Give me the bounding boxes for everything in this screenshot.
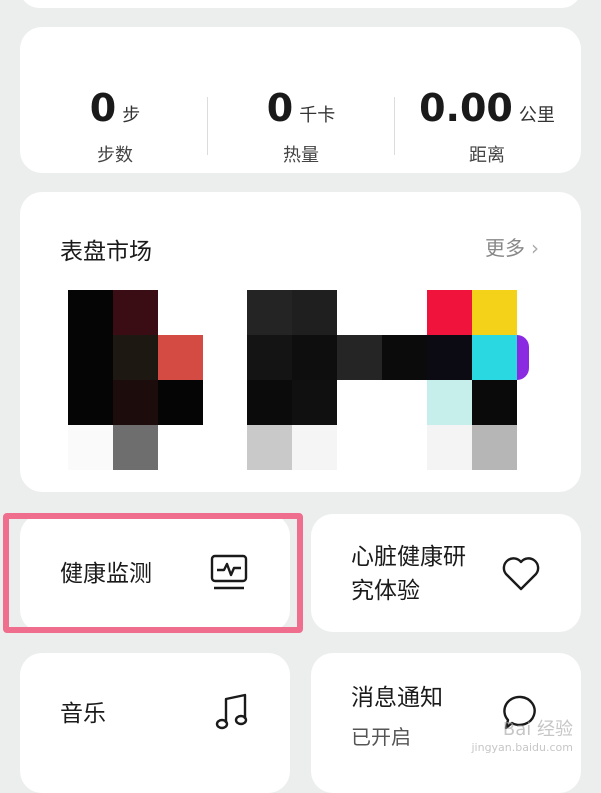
watermark-url: jingyan.baidu.com — [471, 741, 573, 754]
distance-value: 0.00 — [419, 86, 513, 130]
music-note-icon — [214, 693, 250, 737]
health-monitor-label: 健康监测 — [60, 561, 152, 587]
calories-label: 热量 — [283, 145, 319, 166]
pixel — [427, 425, 472, 470]
pixel — [158, 335, 203, 380]
more-label: 更多 — [485, 236, 525, 260]
distance-stat: 0.00 公里 距离 — [392, 89, 582, 167]
calories-unit: 千卡 — [299, 105, 336, 126]
pixel — [247, 335, 292, 380]
pixel — [113, 335, 158, 380]
pixel — [382, 335, 427, 380]
pixel — [517, 335, 529, 380]
pixel — [427, 290, 472, 335]
pixel — [247, 380, 292, 425]
heart-icon — [501, 556, 541, 596]
watch-face-market-card: 表盘市场 更多 › — [20, 192, 581, 492]
pixel — [247, 425, 292, 470]
pixel — [472, 290, 517, 335]
calories-value: 0 — [266, 86, 294, 130]
pixel — [427, 380, 472, 425]
pixel — [292, 380, 337, 425]
pixel — [68, 335, 113, 380]
pixel — [247, 290, 292, 335]
chevron-right-icon: › — [531, 236, 539, 260]
pixel — [68, 290, 113, 335]
top-card-partial — [20, 0, 581, 8]
pixel — [472, 335, 517, 380]
pixel — [472, 425, 517, 470]
pixel — [68, 380, 113, 425]
pixel — [337, 335, 382, 380]
watch-face-thumbnail[interactable] — [382, 290, 562, 470]
activity-stats-card[interactable]: 0步 步数 0 千卡 热量 0.00 公里 距离 — [20, 27, 581, 173]
pixel — [113, 380, 158, 425]
distance-label: 距离 — [469, 145, 505, 166]
pixel — [292, 335, 337, 380]
watch-face-thumbnail[interactable] — [68, 290, 203, 470]
music-label: 音乐 — [60, 701, 106, 727]
pixel — [427, 335, 472, 380]
notifications-label: 消息通知 — [351, 685, 443, 711]
pixel — [158, 380, 203, 425]
pixel — [68, 425, 113, 470]
steps-stat: 0步 步数 — [20, 89, 210, 167]
baidu-watermark: Bai 经验 jingyan.baidu.com — [471, 715, 573, 754]
pixel — [113, 290, 158, 335]
steps-unit: 步 — [122, 105, 141, 126]
heart-study-label-line1: 心脏健康研 — [351, 544, 466, 570]
pixel — [472, 380, 517, 425]
pixel — [292, 290, 337, 335]
calories-stat: 0 千卡 热量 — [206, 89, 396, 167]
pixel — [113, 425, 158, 470]
pixel — [292, 425, 337, 470]
notifications-status: 已开启 — [351, 725, 411, 749]
watch-face-thumbnail[interactable] — [247, 290, 427, 470]
steps-label: 步数 — [97, 145, 133, 166]
heart-rate-monitor-icon — [210, 554, 250, 596]
watermark-brand: Bai 经验 — [502, 719, 573, 740]
distance-unit: 公里 — [518, 105, 555, 126]
steps-value: 0 — [89, 86, 117, 130]
heart-study-label-line2: 究体验 — [351, 578, 420, 604]
more-link[interactable]: 更多 › — [485, 232, 539, 261]
heart-health-study-tile[interactable]: 心脏健康研 究体验 — [311, 514, 581, 632]
music-tile[interactable]: 音乐 — [20, 653, 290, 793]
health-monitor-tile[interactable]: 健康监测 — [20, 514, 290, 632]
section-title: 表盘市场 — [60, 239, 152, 265]
